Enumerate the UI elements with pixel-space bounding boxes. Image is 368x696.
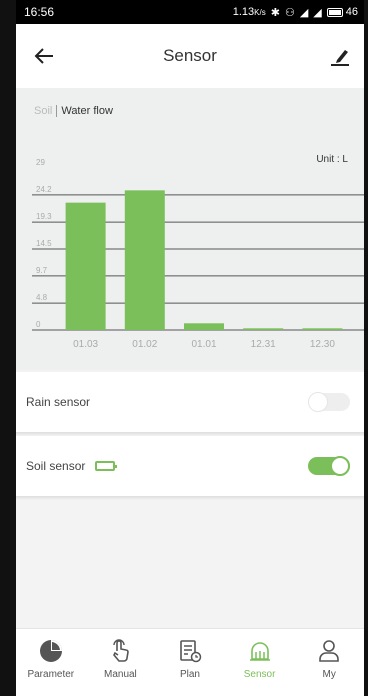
battery-indicator: 46 [326,6,358,18]
x-tick-label: 01.01 [191,339,216,350]
x-tick-label: 12.30 [310,339,335,350]
tab-label: Parameter [27,669,75,680]
hand-touch-icon [113,639,130,662]
water-flow-bar-chart: 0 4.8 9.7 14.5 19.3 24.2 29 01.03 01.02 01.01 12.3… [32,158,364,350]
bar [302,328,343,330]
plan-clock-icon [180,640,202,663]
y-tick-label: 24.2 [36,185,52,194]
user-icon [319,640,339,662]
y-tick-label: 19.3 [36,212,52,221]
page-title: Sensor [163,46,217,65]
signal-icon: ◢ [299,6,309,19]
battery-level: 46 [345,6,358,18]
x-tick-label: 01.03 [73,339,98,350]
bar [184,323,224,330]
network-speed: 1.13K/s [232,6,266,18]
bluetooth-icon: ✱ [270,6,280,19]
bar [124,190,165,330]
status-bar: 16:56 1.13K/s ✱ ⚇ ◢ ◢ 46 [16,0,364,24]
tab-my[interactable]: My [299,639,359,680]
y-tick-label: 0 [36,320,41,329]
bar [243,328,284,330]
x-tick-label: 01.02 [132,339,157,350]
app-bar: Sensor [16,24,364,88]
tab-plan[interactable]: Plan [160,639,220,680]
rain-sensor-toggle[interactable] [308,392,350,412]
y-tick-label: 14.5 [36,239,52,248]
bar [65,202,106,330]
soil-sensor-row: Soil sensor [16,436,364,496]
y-tick-label: 4.8 [36,293,48,302]
tab-manual[interactable]: Manual [90,639,150,680]
chart-card: Soil Water flow Unit : L 0 4.8 9.7 14.5 19.3… [16,88,364,370]
x-tick-label: 12.31 [251,339,276,350]
y-tick-label: 9.7 [36,266,48,275]
edit-pen-icon[interactable] [326,42,354,70]
tab-sensor[interactable]: Sensor [230,639,290,680]
bottom-tab-bar: Parameter Manual Plan Sensor My [16,628,364,696]
rain-sensor-row: Rain sensor [16,372,364,432]
back-arrow-icon[interactable] [30,42,58,70]
soil-sensor-label: Soil sensor [26,459,86,473]
toggle-knob [308,392,328,412]
tab-label: Manual [103,669,137,680]
section-divider [16,496,364,500]
y-tick-label: 29 [36,158,45,167]
phone-screen: 16:56 1.13K/s ✱ ⚇ ◢ ◢ 46 Sensor Soil Wat… [16,0,364,696]
status-time: 16:56 [24,5,55,19]
tab-label: My [322,669,336,680]
pie-chart-icon [39,640,62,662]
wifi-icon: ⚇ [284,6,295,19]
status-icons: 1.13K/s ✱ ⚇ ◢ ◢ 46 [233,6,358,19]
battery-status-icon [95,461,118,471]
tab-label: Plan [179,669,200,680]
sensor-icon [249,642,270,661]
battery-icon [326,7,343,17]
tab-label: Sensor [243,669,276,680]
toggle-knob [330,456,350,476]
tab-parameter[interactable]: Parameter [21,639,81,680]
soil-sensor-label-group: Soil sensor [26,459,118,473]
soil-sensor-toggle[interactable] [308,456,350,476]
rain-sensor-label: Rain sensor [26,395,91,409]
signal2-icon: ◢ [313,6,322,19]
